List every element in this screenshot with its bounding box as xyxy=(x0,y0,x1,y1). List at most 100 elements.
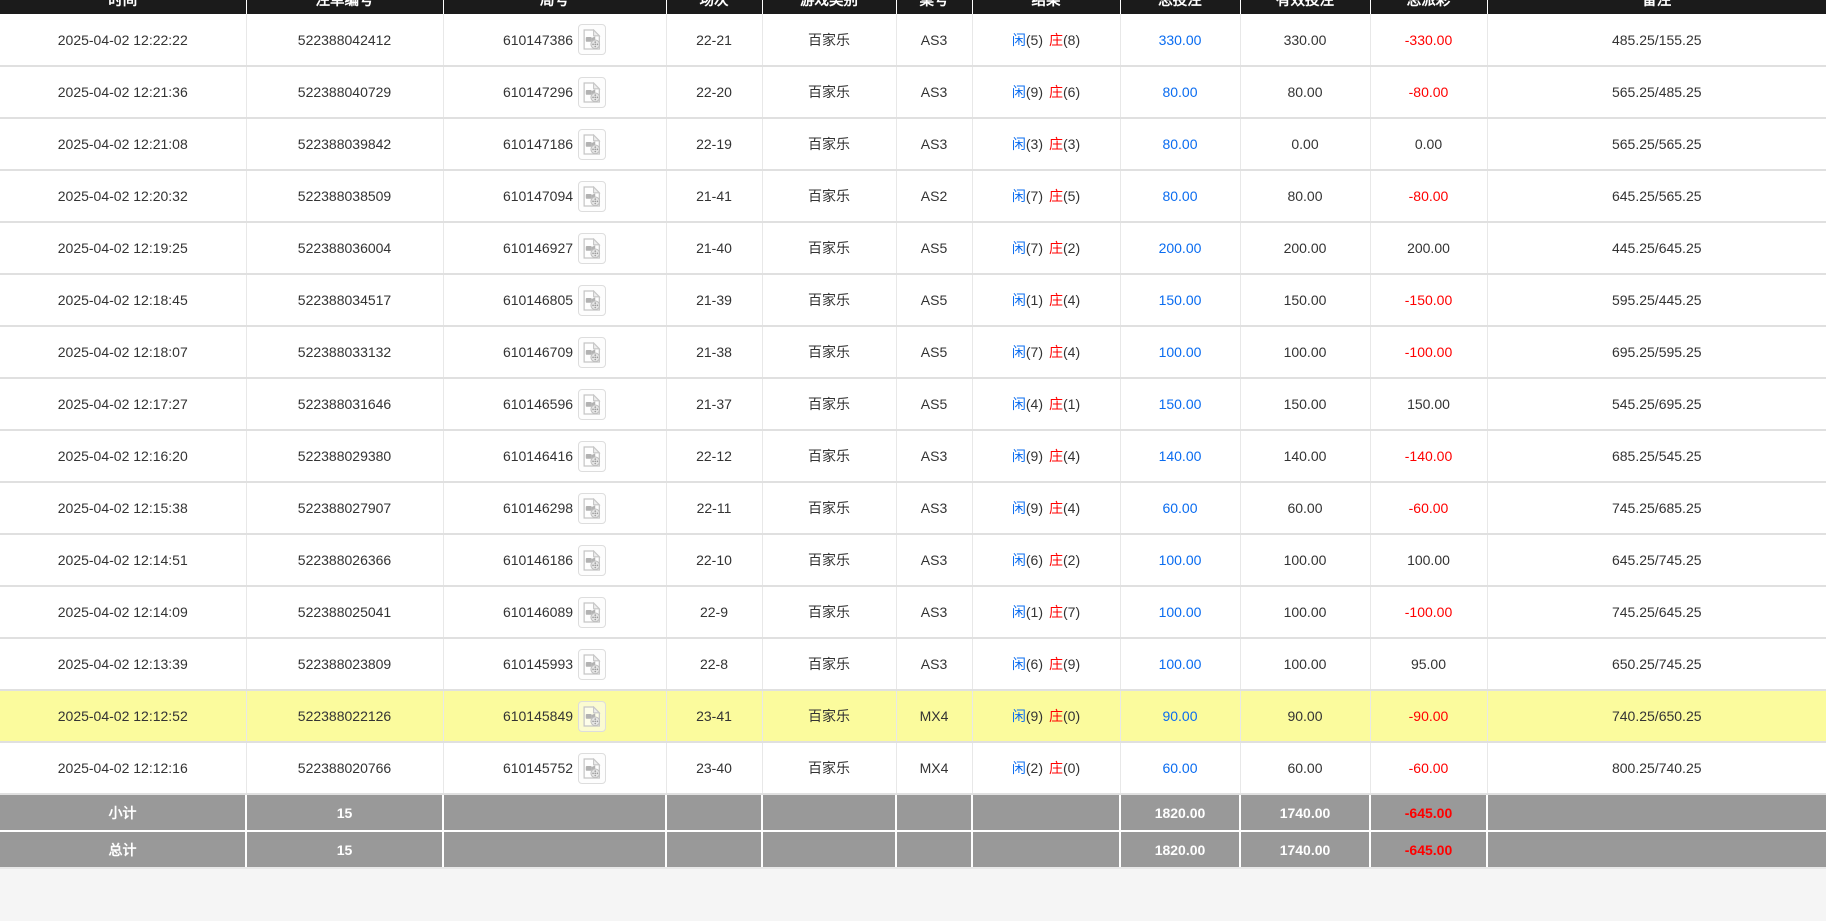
cell-session: 22-10 xyxy=(666,534,762,586)
cell-payout: -90.00 xyxy=(1370,690,1487,742)
video-replay-button[interactable] xyxy=(578,441,606,472)
video-replay-button[interactable] xyxy=(578,285,606,316)
cell-session: 22-11 xyxy=(666,482,762,534)
cell-remark: 645.25/745.25 xyxy=(1487,534,1826,586)
col-header-table-number: 桌号 xyxy=(896,0,972,14)
video-replay-button[interactable] xyxy=(578,389,606,420)
round-number: 610146186 xyxy=(503,552,573,568)
table-row: 2025-04-02 12:21:36 522388040729 6101472… xyxy=(0,66,1826,118)
player-label: 闲 xyxy=(1012,760,1026,776)
video-file-icon xyxy=(583,290,601,311)
cell-remark: 685.25/545.25 xyxy=(1487,430,1826,482)
table-header-row: 时间 注单编号 局号 场次 游戏类别 桌号 结果 总投注 有效投注 总派彩 备注 xyxy=(0,0,1826,14)
banker-points: (4) xyxy=(1063,448,1080,464)
cell-result: 闲(6)庄(2) xyxy=(972,534,1120,586)
video-replay-button[interactable] xyxy=(578,753,606,784)
video-replay-button[interactable] xyxy=(578,233,606,264)
subtotal-total-bet: 1820.00 xyxy=(1120,794,1240,831)
cell-total-bet[interactable]: 100.00 xyxy=(1120,586,1240,638)
cell-bet-number: 522388029380 xyxy=(246,430,443,482)
cell-total-bet[interactable]: 200.00 xyxy=(1120,222,1240,274)
banker-label: 庄 xyxy=(1049,188,1063,204)
subtotal-empty-cell xyxy=(443,794,666,831)
cell-bet-number: 522388020766 xyxy=(246,742,443,794)
cell-result: 闲(6)庄(9) xyxy=(972,638,1120,690)
cell-total-bet[interactable]: 60.00 xyxy=(1120,742,1240,794)
cell-session: 22-8 xyxy=(666,638,762,690)
video-file-icon xyxy=(583,134,601,155)
round-number: 610147386 xyxy=(503,32,573,48)
cell-valid-bet: 150.00 xyxy=(1240,378,1370,430)
cell-total-bet[interactable]: 150.00 xyxy=(1120,378,1240,430)
cell-remark: 565.25/565.25 xyxy=(1487,118,1826,170)
cell-total-bet[interactable]: 60.00 xyxy=(1120,482,1240,534)
cell-result: 闲(5)庄(8) xyxy=(972,14,1120,66)
cell-time: 2025-04-02 12:16:20 xyxy=(0,430,246,482)
round-number: 610146709 xyxy=(503,344,573,360)
total-payout: -645.00 xyxy=(1370,831,1487,868)
video-replay-button[interactable] xyxy=(578,129,606,160)
cell-total-bet[interactable]: 100.00 xyxy=(1120,534,1240,586)
round-number: 610146298 xyxy=(503,500,573,516)
cell-total-bet[interactable]: 150.00 xyxy=(1120,274,1240,326)
subtotal-empty-cell xyxy=(666,794,762,831)
cell-round-number: 610146596 xyxy=(443,378,666,430)
cell-time: 2025-04-02 12:14:51 xyxy=(0,534,246,586)
cell-total-bet[interactable]: 100.00 xyxy=(1120,638,1240,690)
cell-total-bet[interactable]: 100.00 xyxy=(1120,326,1240,378)
cell-result: 闲(9)庄(4) xyxy=(972,430,1120,482)
cell-total-bet[interactable]: 80.00 xyxy=(1120,118,1240,170)
round-number: 610147296 xyxy=(503,84,573,100)
video-replay-button[interactable] xyxy=(578,77,606,108)
cell-total-bet[interactable]: 330.00 xyxy=(1120,14,1240,66)
video-replay-button[interactable] xyxy=(578,545,606,576)
video-replay-button[interactable] xyxy=(578,24,606,55)
cell-time: 2025-04-02 12:18:07 xyxy=(0,326,246,378)
cell-bet-number: 522388038509 xyxy=(246,170,443,222)
video-replay-button[interactable] xyxy=(578,649,606,680)
cell-total-bet[interactable]: 90.00 xyxy=(1120,690,1240,742)
cell-remark: 650.25/745.25 xyxy=(1487,638,1826,690)
cell-valid-bet: 140.00 xyxy=(1240,430,1370,482)
cell-valid-bet: 150.00 xyxy=(1240,274,1370,326)
video-file-icon xyxy=(583,186,601,207)
round-number: 610147186 xyxy=(503,136,573,152)
table-row: 2025-04-02 12:17:27 522388031646 6101465… xyxy=(0,378,1826,430)
cell-time: 2025-04-02 12:14:09 xyxy=(0,586,246,638)
video-replay-button[interactable] xyxy=(578,701,606,732)
cell-total-bet[interactable]: 80.00 xyxy=(1120,66,1240,118)
cell-total-bet[interactable]: 80.00 xyxy=(1120,170,1240,222)
video-file-icon xyxy=(583,498,601,519)
video-replay-button[interactable] xyxy=(578,493,606,524)
banker-points: (4) xyxy=(1063,500,1080,516)
cell-bet-number: 522388042412 xyxy=(246,14,443,66)
subtotal-valid-bet: 1740.00 xyxy=(1240,794,1370,831)
video-replay-button[interactable] xyxy=(578,597,606,628)
cell-result: 闲(7)庄(2) xyxy=(972,222,1120,274)
total-valid-bet: 1740.00 xyxy=(1240,831,1370,868)
col-header-label: 桌号 xyxy=(897,0,972,14)
cell-table-number: AS3 xyxy=(896,66,972,118)
col-header-label: 注单编号 xyxy=(247,0,443,14)
cell-valid-bet: 90.00 xyxy=(1240,690,1370,742)
cell-game-type: 百家乐 xyxy=(762,378,896,430)
cell-valid-bet: 100.00 xyxy=(1240,638,1370,690)
cell-total-bet[interactable]: 140.00 xyxy=(1120,430,1240,482)
banker-label: 庄 xyxy=(1049,84,1063,100)
cell-valid-bet: 100.00 xyxy=(1240,586,1370,638)
player-points: (7) xyxy=(1026,344,1043,360)
table-header: 时间 注单编号 局号 场次 游戏类别 桌号 结果 总投注 有效投注 总派彩 备注 xyxy=(0,0,1826,14)
total-row: 总计 15 1820.00 1740.00 -645.00 xyxy=(0,831,1826,868)
table-row: 2025-04-02 12:19:25 522388036004 6101469… xyxy=(0,222,1826,274)
cell-result: 闲(2)庄(0) xyxy=(972,742,1120,794)
cell-session: 23-41 xyxy=(666,690,762,742)
total-count: 15 xyxy=(246,831,443,868)
video-replay-button[interactable] xyxy=(578,337,606,368)
cell-game-type: 百家乐 xyxy=(762,170,896,222)
cell-time: 2025-04-02 12:18:45 xyxy=(0,274,246,326)
cell-table-number: AS3 xyxy=(896,482,972,534)
col-header-valid-bet: 有效投注 xyxy=(1240,0,1370,14)
cell-valid-bet: 100.00 xyxy=(1240,534,1370,586)
video-replay-button[interactable] xyxy=(578,181,606,212)
cell-payout: -100.00 xyxy=(1370,586,1487,638)
